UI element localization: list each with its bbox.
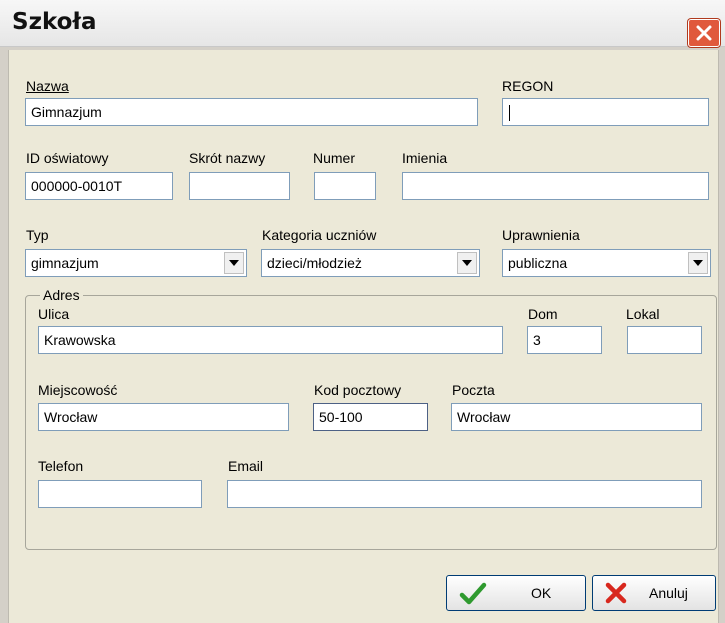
- chevron-down-icon: [462, 260, 472, 266]
- cross-icon: [605, 582, 627, 604]
- kod-pocztowy-input[interactable]: 50-100: [313, 403, 428, 431]
- adres-groupbox: Adres Ulica Krawowska Dom 3 Lokal Miejsc…: [25, 287, 717, 550]
- nazwa-input[interactable]: Gimnazjum: [25, 98, 478, 126]
- regon-label: REGON: [502, 78, 554, 94]
- poczta-input[interactable]: Wrocław: [451, 403, 702, 431]
- ulica-input[interactable]: Krawowska: [38, 326, 503, 354]
- regon-input[interactable]: [502, 98, 709, 126]
- kategoria-label: Kategoria uczniów: [262, 227, 377, 243]
- uprawnienia-select[interactable]: publiczna: [502, 249, 711, 277]
- kategoria-value: dzieci/młodzież: [267, 255, 362, 271]
- numer-label: Numer: [313, 150, 356, 166]
- cancel-button[interactable]: Anuluj: [592, 575, 716, 611]
- text-caret: [509, 105, 510, 122]
- typ-label: Typ: [26, 227, 49, 243]
- miejscowosc-input[interactable]: Wrocław: [38, 403, 289, 431]
- id-oswiatowy-input[interactable]: 000000-0010T: [25, 172, 173, 200]
- telefon-input[interactable]: [38, 480, 202, 508]
- nazwa-label: Nazwa: [26, 78, 69, 94]
- close-icon: [696, 25, 712, 41]
- close-button[interactable]: [688, 19, 720, 47]
- ok-label: OK: [531, 585, 552, 601]
- email-input[interactable]: [227, 480, 702, 508]
- id-oswiatowy-label: ID oświatowy: [26, 150, 109, 166]
- dom-label: Dom: [528, 306, 558, 322]
- imienia-label: Imienia: [402, 150, 448, 166]
- typ-dropdown-button[interactable]: [224, 252, 244, 274]
- chevron-down-icon: [693, 260, 703, 266]
- typ-value: gimnazjum: [31, 255, 99, 271]
- ulica-label: Ulica: [38, 306, 70, 322]
- uprawnienia-dropdown-button[interactable]: [688, 252, 708, 274]
- uprawnienia-value: publiczna: [508, 255, 568, 271]
- dom-input[interactable]: 3: [527, 326, 602, 354]
- adres-legend: Adres: [40, 287, 83, 303]
- skrot-nazwy-input[interactable]: [189, 172, 290, 200]
- cancel-label: Anuluj: [649, 585, 688, 601]
- dialog-body: Nazwa Gimnazjum REGON ID oświatowy 00000…: [8, 50, 719, 623]
- numer-input[interactable]: [314, 172, 376, 200]
- lokal-input[interactable]: [627, 326, 702, 354]
- telefon-label: Telefon: [38, 458, 84, 474]
- kategoria-dropdown-button[interactable]: [457, 252, 477, 274]
- miejscowosc-label: Miejscowość: [38, 382, 118, 398]
- email-label: Email: [228, 458, 264, 474]
- imienia-input[interactable]: [402, 172, 709, 200]
- skrot-nazwy-label: Skrót nazwy: [189, 150, 266, 166]
- uprawnienia-label: Uprawnienia: [502, 227, 580, 243]
- poczta-label: Poczta: [452, 382, 495, 398]
- chevron-down-icon: [229, 260, 239, 266]
- kategoria-select[interactable]: dzieci/młodzież: [261, 249, 480, 277]
- nazwa-label-text: Nazwa: [26, 78, 69, 94]
- kod-pocztowy-label: Kod pocztowy: [314, 382, 402, 398]
- typ-select[interactable]: gimnazjum: [25, 249, 247, 277]
- window-title: Szkoła: [12, 9, 97, 35]
- checkmark-icon: [459, 582, 487, 605]
- ok-button[interactable]: OK: [446, 575, 586, 611]
- title-bar: Szkoła: [0, 0, 725, 47]
- lokal-label: Lokal: [626, 306, 660, 322]
